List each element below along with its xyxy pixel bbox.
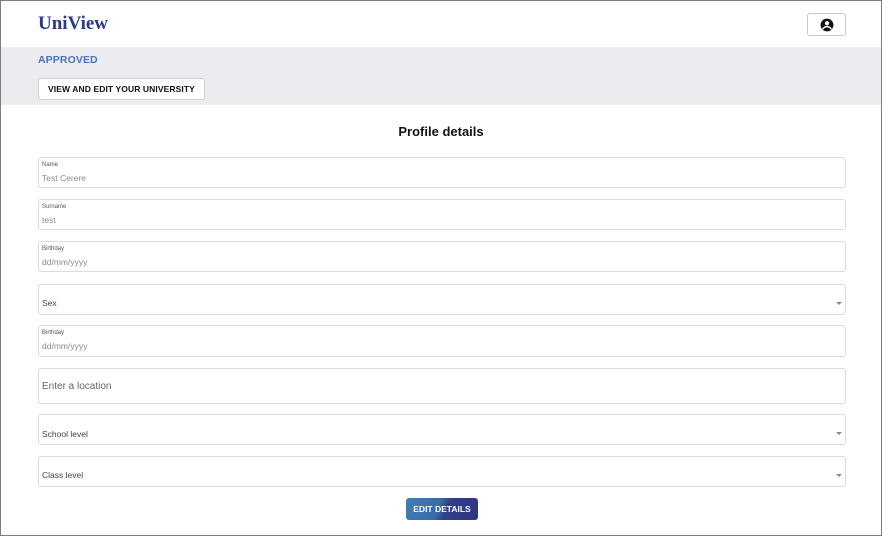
name-field[interactable]: Name Test Cerere — [38, 157, 846, 188]
approval-status: APPROVED — [38, 54, 98, 66]
school-level-select[interactable]: School level — [38, 414, 846, 445]
class-level-select[interactable]: Class level — [38, 456, 846, 487]
account-button[interactable] — [807, 13, 846, 36]
birthday-field-2[interactable]: Birthday dd/mm/yyyy — [38, 325, 846, 357]
app-window: UniView APPROVED VIEW AND EDIT YOUR UNIV… — [0, 0, 882, 536]
status-banner: APPROVED VIEW AND EDIT YOUR UNIVERSITY — [1, 47, 881, 105]
view-edit-university-button[interactable]: VIEW AND EDIT YOUR UNIVERSITY — [38, 78, 205, 100]
account-circle-icon — [820, 18, 833, 31]
surname-value: test — [42, 215, 56, 225]
birthday-label-2: Birthday — [42, 330, 65, 336]
edit-details-button[interactable]: EDIT DETAILS — [406, 498, 478, 520]
name-value: Test Cerere — [42, 173, 86, 183]
surname-label: Surname — [42, 204, 67, 210]
page-title: Profile details — [398, 124, 484, 139]
sex-placeholder: Sex — [42, 298, 57, 308]
sex-select[interactable]: Sex — [38, 284, 846, 315]
chevron-down-icon — [836, 432, 842, 435]
location-input[interactable]: Enter a location — [38, 368, 846, 404]
birthday-value: dd/mm/yyyy — [42, 257, 88, 267]
surname-field[interactable]: Surname test — [38, 199, 846, 230]
birthday-value-2: dd/mm/yyyy — [42, 341, 88, 351]
top-bar: UniView — [1, 1, 881, 47]
birthday-label: Birthday — [42, 246, 65, 252]
chevron-down-icon — [836, 302, 842, 305]
name-label: Name — [42, 162, 59, 168]
birthday-field[interactable]: Birthday dd/mm/yyyy — [38, 241, 846, 272]
location-placeholder: Enter a location — [42, 381, 112, 392]
class-level-placeholder: Class level — [42, 470, 84, 480]
app-logo[interactable]: UniView — [38, 13, 108, 35]
school-level-placeholder: School level — [42, 429, 88, 439]
chevron-down-icon — [836, 474, 842, 477]
